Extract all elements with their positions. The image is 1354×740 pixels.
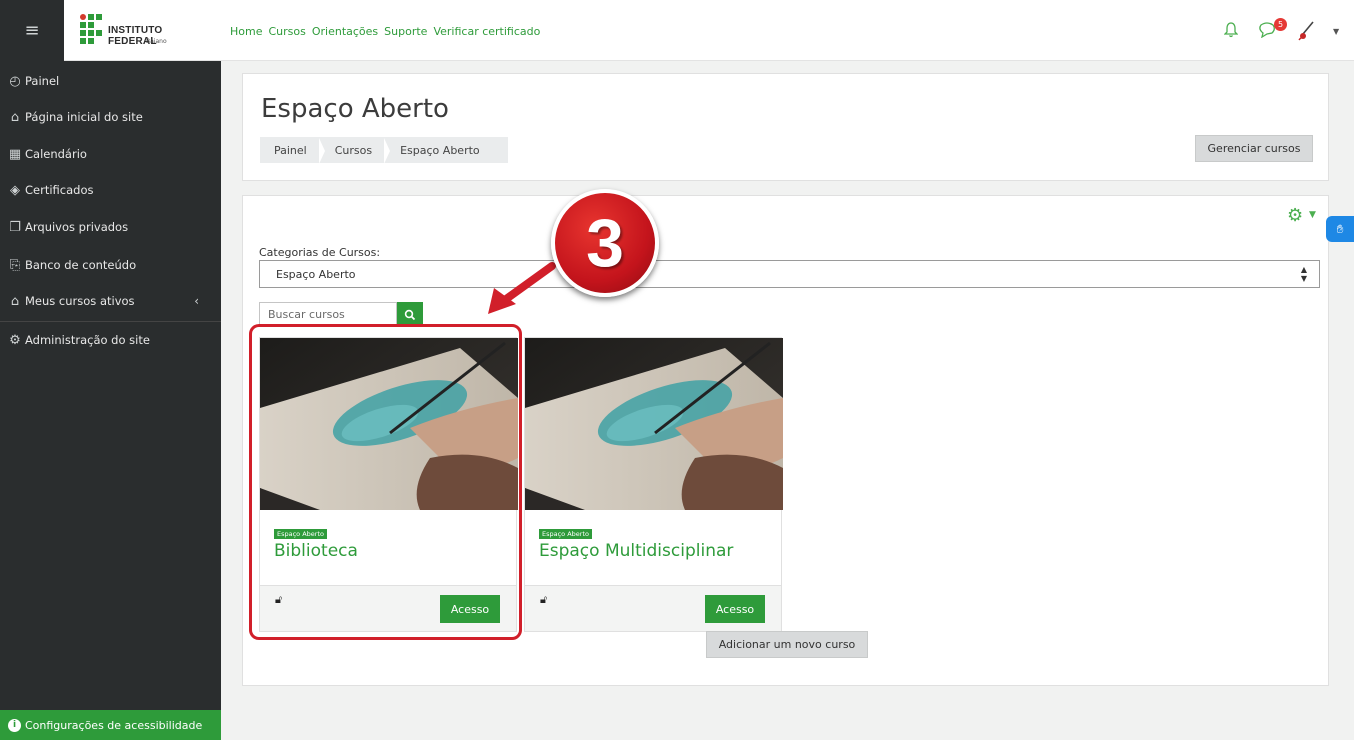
breadcrumb: Painel Cursos Espaço Aberto bbox=[260, 137, 508, 164]
calendar-icon: ▦ bbox=[8, 146, 22, 162]
accessibility-widget-button[interactable]: ✋︎ bbox=[1326, 216, 1354, 242]
sidebar-item-label: Certificados bbox=[25, 183, 94, 197]
logo-mark bbox=[80, 14, 102, 44]
accessibility-icon: i bbox=[8, 718, 21, 732]
access-button[interactable]: Acesso bbox=[705, 595, 765, 623]
sidebar-item-label: Arquivos privados bbox=[25, 220, 129, 234]
sidebar-divider bbox=[0, 321, 221, 322]
page-title: Espaço Aberto bbox=[261, 94, 449, 124]
gear-icon: ⚙ bbox=[9, 332, 21, 348]
annotation-arrow bbox=[488, 262, 556, 314]
graduation-cap-icon: ⌂ bbox=[10, 293, 20, 309]
hand-icon: ✋︎ bbox=[1336, 221, 1344, 236]
dashboard-icon: ◴ bbox=[9, 73, 21, 89]
accessibility-settings-button[interactable]: i Configurações de acessibilidade bbox=[0, 710, 221, 740]
sidebar-item-meus-cursos[interactable]: ⌂ Meus cursos ativos ‹ bbox=[8, 290, 213, 312]
nav-verificar-certificado[interactable]: Verificar certificado bbox=[433, 25, 540, 38]
layers-icon: ◈ bbox=[10, 182, 20, 198]
sidebar-item-banco-de-conteudo[interactable]: ⎘ Banco de conteúdo bbox=[8, 254, 213, 276]
hamburger-icon: ≡ bbox=[24, 20, 40, 41]
accessibility-label: Configurações de acessibilidade bbox=[25, 718, 203, 732]
logo[interactable]: INSTITUTO FEDERAL Baiano bbox=[80, 12, 210, 50]
search-icon bbox=[404, 309, 416, 320]
nav-orientacoes[interactable]: Orientações bbox=[312, 25, 378, 38]
sidebar-item-administracao[interactable]: ⚙ Administração do site bbox=[8, 329, 213, 351]
clipboard-icon: ⎘ bbox=[9, 257, 21, 273]
sidebar-item-label: Página inicial do site bbox=[25, 110, 143, 124]
avatar[interactable] bbox=[1295, 20, 1317, 46]
course-image[interactable] bbox=[525, 338, 783, 510]
sidebar-item-calendario[interactable]: ▦ Calendário bbox=[8, 143, 213, 165]
select-arrows-icon: ▲ ▼ bbox=[1300, 265, 1307, 283]
caret-down-icon[interactable]: ▼ bbox=[1333, 27, 1339, 36]
sidebar-item-label: Meus cursos ativos bbox=[25, 294, 135, 308]
files-icon: ❐ bbox=[9, 219, 21, 235]
sidebar: ◴ Painel ⌂ Página inicial do site ▦ Calendá… bbox=[0, 61, 221, 740]
course-title[interactable]: Espaço Multidisciplinar bbox=[539, 541, 733, 561]
breadcrumb-espaco-aberto[interactable]: Espaço Aberto bbox=[384, 137, 494, 164]
menu-toggle-button[interactable]: ≡ bbox=[0, 0, 64, 61]
home-icon: ⌂ bbox=[10, 109, 20, 125]
category-label: Categorias de Cursos: bbox=[259, 246, 381, 259]
course-category-badge: Espaço Aberto bbox=[539, 529, 592, 539]
top-nav: Home Cursos Orientações Suporte Verifica… bbox=[230, 25, 540, 38]
chevron-left-icon[interactable]: ‹ bbox=[194, 294, 199, 308]
sidebar-item-arquivos-privados[interactable]: ❐ Arquivos privados bbox=[8, 216, 213, 238]
bell-icon[interactable] bbox=[1223, 22, 1239, 42]
logo-subtitle: Baiano bbox=[146, 38, 167, 45]
category-selected-value: Espaço Aberto bbox=[276, 267, 356, 281]
add-new-course-button[interactable]: Adicionar um novo curso bbox=[706, 631, 868, 658]
course-card-espaco-multidisciplinar[interactable]: Espaço Aberto Espaço Multidisciplinar 🔓︎… bbox=[524, 337, 783, 632]
nav-home[interactable]: Home bbox=[230, 25, 262, 38]
manage-courses-button[interactable]: Gerenciar cursos bbox=[1195, 135, 1313, 162]
page-header: Espaço Aberto Painel Cursos Espaço Abert… bbox=[242, 73, 1329, 181]
nav-cursos[interactable]: Cursos bbox=[268, 25, 305, 38]
sidebar-item-pagina-inicial[interactable]: ⌂ Página inicial do site bbox=[8, 106, 213, 128]
settings-gear-icon[interactable]: ⚙ bbox=[1287, 205, 1303, 226]
notification-badge: 5 bbox=[1274, 18, 1287, 31]
step-number-badge: 3 bbox=[551, 189, 659, 297]
top-navbar: ≡ INSTITUTO FEDERAL Baiano Home Cursos O… bbox=[0, 0, 1354, 61]
breadcrumb-cursos[interactable]: Cursos bbox=[318, 137, 386, 164]
sidebar-item-label: Painel bbox=[25, 74, 60, 88]
sidebar-item-label: Administração do site bbox=[25, 333, 150, 347]
breadcrumb-painel[interactable]: Painel bbox=[260, 144, 321, 157]
sidebar-item-certificados[interactable]: ◈ Certificados bbox=[8, 179, 213, 201]
sidebar-item-label: Calendário bbox=[25, 147, 87, 161]
highlight-box bbox=[249, 324, 522, 640]
lock-open-icon: 🔓︎ bbox=[540, 593, 548, 606]
sidebar-item-painel[interactable]: ◴ Painel bbox=[8, 70, 213, 92]
nav-suporte[interactable]: Suporte bbox=[384, 25, 427, 38]
caret-down-icon[interactable]: ▼ bbox=[1309, 210, 1316, 220]
course-footer: 🔓︎ Acesso bbox=[525, 585, 781, 631]
category-select[interactable]: Espaço Aberto ▲ ▼ bbox=[259, 260, 1320, 288]
sidebar-item-label: Banco de conteúdo bbox=[25, 258, 137, 272]
